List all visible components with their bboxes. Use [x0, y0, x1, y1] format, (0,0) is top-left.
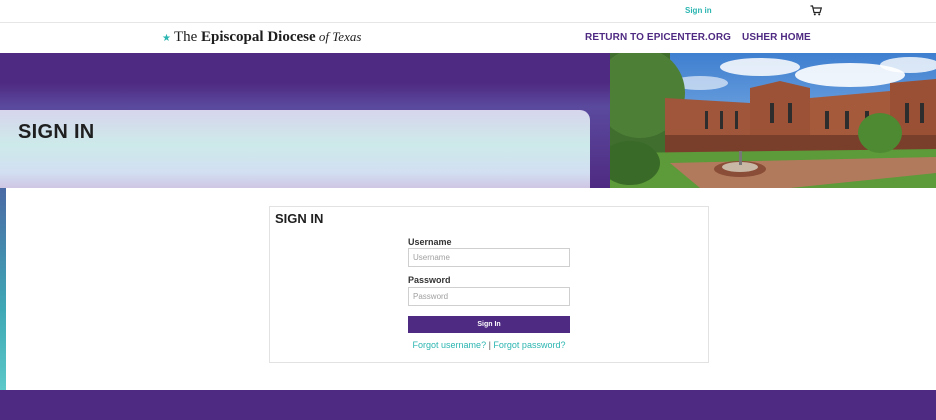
left-accent-bar: [0, 188, 6, 390]
signin-card: SIGN IN Username Password Sign In Forgot…: [269, 206, 709, 363]
cart-icon[interactable]: [810, 5, 822, 16]
diocese-logo[interactable]: ★ The Episcopal Diocese of Texas: [162, 29, 361, 46]
signin-card-title: SIGN IN: [275, 211, 324, 226]
top-utility-bar: Sign in: [0, 0, 936, 22]
username-label: Username: [408, 237, 452, 247]
forgot-links: Forgot username? | Forgot password?: [270, 340, 708, 350]
hero-banner: SIGN IN: [0, 53, 936, 188]
nav-usher-home[interactable]: USHER HOME: [742, 32, 811, 43]
signin-submit-button[interactable]: Sign In: [408, 316, 570, 333]
site-header: ★ The Episcopal Diocese of Texas RETURN …: [0, 22, 936, 53]
logo-text-of: of: [315, 29, 333, 44]
nav-return-to-epicenter[interactable]: RETURN TO EPICENTER.ORG: [585, 32, 731, 43]
logo-text-pre: The: [173, 29, 202, 45]
logo-text-texas: Texas: [332, 29, 362, 44]
top-signin-link[interactable]: Sign in: [685, 6, 712, 15]
page-title: SIGN IN: [18, 121, 95, 143]
logo-text-bold: Episcopal Diocese: [201, 29, 316, 45]
site-footer: [0, 390, 936, 420]
username-input[interactable]: [408, 248, 570, 267]
courtyard-building-photo: [610, 53, 936, 188]
forgot-password-link[interactable]: Forgot password?: [493, 340, 565, 350]
star-icon: ★: [162, 33, 171, 44]
logo-text: The Episcopal Diocese of Texas: [174, 29, 361, 46]
password-label: Password: [408, 275, 451, 285]
password-input[interactable]: [408, 287, 570, 306]
forgot-username-link[interactable]: Forgot username?: [413, 340, 487, 350]
